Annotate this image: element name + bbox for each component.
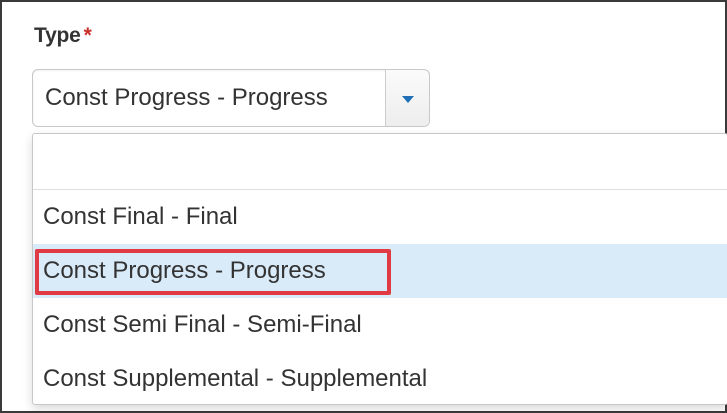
option-label: Const Semi Final - Semi-Final: [43, 311, 362, 338]
type-select[interactable]: Const Progress - Progress: [32, 69, 430, 127]
dropdown-option-const-final[interactable]: Const Final - Final: [33, 190, 727, 244]
chevron-down-icon: [401, 95, 414, 103]
select-current-value: Const Progress - Progress: [45, 84, 328, 111]
dropdown-option-const-semi-final[interactable]: Const Semi Final - Semi-Final: [33, 298, 727, 352]
dropdown-menu: Const Final - Final Const Progress - Pro…: [32, 133, 727, 405]
dropdown-option-const-supplemental[interactable]: Const Supplemental - Supplemental: [33, 352, 727, 406]
field-label: Type *: [34, 24, 92, 48]
dropdown-search-input[interactable]: [43, 142, 717, 180]
field-label-text: Type: [34, 24, 81, 47]
dropdown-search-row: [33, 134, 727, 190]
option-label: Const Final - Final: [43, 203, 238, 230]
option-label: Const Progress - Progress: [43, 257, 326, 284]
dropdown-option-const-progress[interactable]: Const Progress - Progress: [33, 244, 727, 298]
required-indicator: *: [83, 24, 92, 47]
screenshot-frame: Type * Const Progress - Progress Const Fi…: [0, 0, 727, 413]
select-toggle-button[interactable]: [385, 70, 429, 126]
option-label: Const Supplemental - Supplemental: [43, 365, 428, 392]
